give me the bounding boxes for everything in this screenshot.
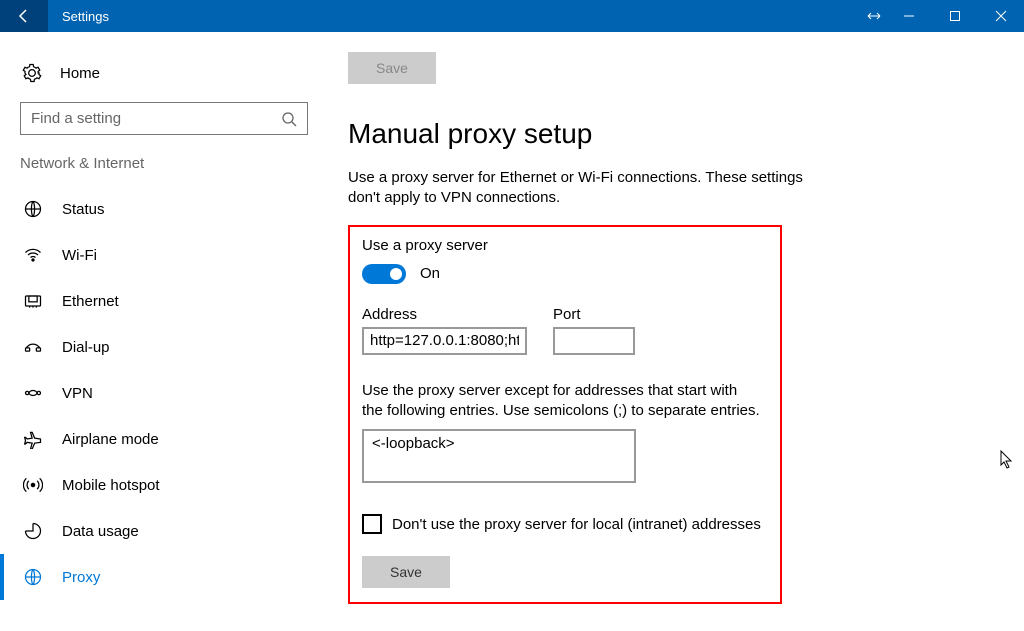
- hotspot-icon: [22, 475, 44, 495]
- sidebar: Home Network & Internet Status: [0, 32, 320, 631]
- vpn-icon: [22, 383, 44, 403]
- dialup-icon: [22, 337, 44, 357]
- section-label: Network & Internet: [0, 135, 320, 178]
- port-input[interactable]: [553, 327, 635, 355]
- exceptions-description: Use the proxy server except for addresse…: [362, 381, 762, 422]
- sidebar-item-hotspot[interactable]: Mobile hotspot: [0, 462, 320, 508]
- main-content: Save Manual proxy setup Use a proxy serv…: [320, 32, 1024, 631]
- sidebar-item-proxy[interactable]: Proxy: [0, 554, 320, 600]
- address-label: Address: [362, 306, 527, 323]
- sidebar-item-status[interactable]: Status: [0, 186, 320, 232]
- address-input[interactable]: [362, 327, 527, 355]
- sidebar-item-label: Data usage: [62, 523, 139, 540]
- page-description: Use a proxy server for Ethernet or Wi-Fi…: [348, 168, 828, 209]
- sidebar-item-label: Wi-Fi: [62, 247, 97, 264]
- sidebar-item-wifi[interactable]: Wi-Fi: [0, 232, 320, 278]
- status-icon: [22, 199, 44, 219]
- save-button-bottom[interactable]: Save: [362, 556, 450, 588]
- page-heading: Manual proxy setup: [348, 118, 1024, 150]
- sidebar-item-label: Airplane mode: [62, 431, 159, 448]
- home-label: Home: [60, 65, 100, 82]
- port-label: Port: [553, 306, 635, 323]
- sidebar-item-label: Status: [62, 201, 105, 218]
- exceptions-input[interactable]: [362, 429, 636, 483]
- home-button[interactable]: Home: [0, 50, 320, 96]
- titlebar: Settings: [0, 0, 1024, 32]
- airplane-icon: [22, 429, 44, 449]
- back-button[interactable]: [0, 0, 48, 32]
- proxy-icon: [22, 567, 44, 587]
- sidebar-item-label: Mobile hotspot: [62, 477, 160, 494]
- sidebar-item-label: VPN: [62, 385, 93, 402]
- search-input[interactable]: [31, 110, 279, 127]
- maximize-button[interactable]: [932, 0, 978, 32]
- sidebar-item-label: Ethernet: [62, 293, 119, 310]
- gear-icon: [20, 63, 44, 83]
- close-button[interactable]: [978, 0, 1024, 32]
- sidebar-item-airplane[interactable]: Airplane mode: [0, 416, 320, 462]
- sidebar-item-dialup[interactable]: Dial-up: [0, 324, 320, 370]
- wifi-icon: [22, 245, 44, 265]
- sidebar-item-label: Proxy: [62, 569, 100, 586]
- window-title: Settings: [48, 9, 109, 24]
- toggle-state-text: On: [420, 265, 440, 282]
- ethernet-icon: [22, 291, 44, 311]
- minimize-button[interactable]: [886, 0, 932, 32]
- sidebar-item-vpn[interactable]: VPN: [0, 370, 320, 416]
- sidebar-item-ethernet[interactable]: Ethernet: [0, 278, 320, 324]
- use-proxy-toggle[interactable]: [362, 264, 406, 284]
- local-intranet-checkbox[interactable]: [362, 514, 382, 534]
- search-box[interactable]: [20, 102, 308, 135]
- search-icon: [279, 111, 299, 127]
- use-proxy-label: Use a proxy server: [362, 237, 768, 254]
- datausage-icon: [22, 521, 44, 541]
- local-intranet-label: Don't use the proxy server for local (in…: [392, 516, 761, 533]
- proxy-settings-group: Use a proxy server On Address Port Use t…: [348, 225, 782, 605]
- sidebar-item-label: Dial-up: [62, 339, 110, 356]
- sidebar-item-datausage[interactable]: Data usage: [0, 508, 320, 554]
- save-button-top[interactable]: Save: [348, 52, 436, 84]
- resize-grip-icon: [862, 0, 886, 32]
